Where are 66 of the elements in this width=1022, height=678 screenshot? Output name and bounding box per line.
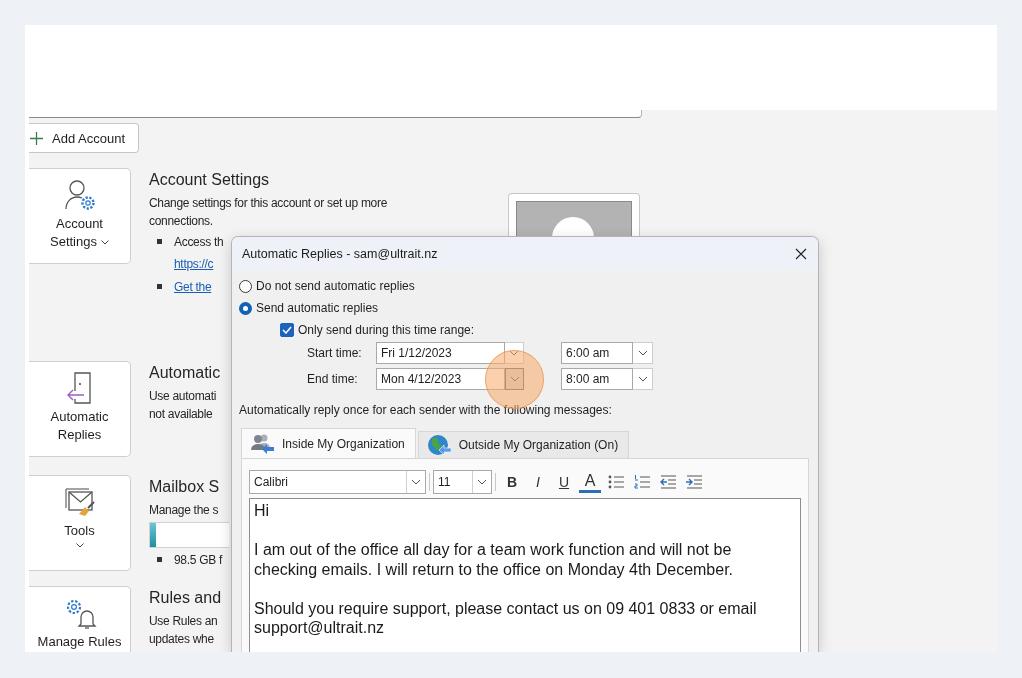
section-description: updates whe xyxy=(149,631,214,648)
bullet-text: 98.5 GB f xyxy=(174,552,222,569)
people-arrow-icon xyxy=(250,432,274,455)
bullet-icon xyxy=(157,239,162,244)
tab[interactable]: Inside My Organization xyxy=(241,428,416,458)
bullet-icon xyxy=(157,284,162,289)
section-heading: Account Settings xyxy=(149,170,270,190)
section-heading: Mailbox S xyxy=(149,477,220,497)
section-heading: Rules and xyxy=(149,588,222,608)
caret-icon xyxy=(411,479,421,485)
field-label: Start time: xyxy=(307,346,363,360)
numbered-list-icon xyxy=(634,475,650,489)
underline-button[interactable]: U xyxy=(553,471,575,493)
bulleted-list-icon xyxy=(608,475,624,489)
chevron-down-icon xyxy=(75,543,84,548)
date-field[interactable]: Mon 4/12/2023 xyxy=(376,368,505,390)
section-description: not available xyxy=(149,406,213,423)
field-label: End time: xyxy=(307,372,359,386)
add-account-button[interactable]: Add Account xyxy=(29,123,139,153)
checkbox-label[interactable]: Only send during this time range: xyxy=(298,322,475,337)
tab[interactable]: Outside My Organization (On) xyxy=(417,431,630,458)
font-size-dropdown[interactable]: 11 xyxy=(433,470,492,494)
italic-button[interactable]: I xyxy=(527,471,549,493)
message-paragraph: Hi xyxy=(254,501,271,521)
message-paragraph: I am out of the office all day for a team work function and will not be checking emails. I will return to the office on Monday 4th December. xyxy=(254,540,735,579)
close-icon xyxy=(795,247,807,260)
radio-button[interactable] xyxy=(239,279,252,293)
section-description: Manage the s xyxy=(149,502,219,519)
caret-icon xyxy=(637,350,648,356)
bullet-icon xyxy=(157,557,162,562)
section-description: Use Rules an xyxy=(149,613,218,630)
radio-label[interactable]: Do not send automatic replies xyxy=(256,279,415,293)
automatic-replies-button[interactable]: Automatic Replies xyxy=(29,361,131,457)
caret-icon xyxy=(477,479,487,485)
section-heading: Automatic xyxy=(149,363,221,383)
link[interactable]: Get the xyxy=(174,276,212,298)
bullet-text: Access th xyxy=(174,234,224,251)
caret-icon xyxy=(509,350,519,356)
bold-button[interactable]: B xyxy=(501,471,523,493)
section-description: Change settings for this account or set up more connections. xyxy=(149,195,389,230)
message-paragraph: Should you require support, please contact us on 09 401 0833 or email support@ultrait.nz xyxy=(254,598,758,638)
outdent-icon xyxy=(660,475,676,489)
dialog-title: Automatic Replies - sam@ultrait.nz xyxy=(242,246,438,261)
time-field[interactable]: 6:00 am xyxy=(561,342,633,364)
caret-icon xyxy=(637,376,648,382)
link[interactable]: https://c xyxy=(174,253,214,275)
account-settings-button[interactable]: Account Settings xyxy=(29,168,131,264)
chevron-down-icon xyxy=(101,240,109,246)
tools-button[interactable]: Tools xyxy=(29,475,131,571)
checkbox[interactable] xyxy=(280,322,294,337)
plus-icon xyxy=(30,131,43,145)
indent-icon xyxy=(686,475,702,489)
instruction-text: Automatically reply once for each sender with the following messages: xyxy=(239,402,613,419)
checkmark-icon xyxy=(282,325,292,334)
person-gear-icon xyxy=(62,179,97,211)
manage-rules-button[interactable]: Manage Rules xyxy=(29,586,131,652)
section-description: Use automati xyxy=(149,388,217,405)
time-field[interactable]: 8:00 am xyxy=(561,368,633,390)
message-body-field[interactable] xyxy=(249,498,801,652)
radio-label[interactable]: Send automatic replies xyxy=(256,301,379,315)
caret-icon xyxy=(509,376,520,382)
date-field[interactable]: Fri 1/12/2023 xyxy=(376,342,505,364)
font-color-button[interactable]: A xyxy=(579,471,601,493)
envelope-brush-icon xyxy=(62,486,97,518)
font-name-dropdown[interactable]: Calibri xyxy=(249,470,426,494)
radio-button[interactable] xyxy=(239,301,252,315)
